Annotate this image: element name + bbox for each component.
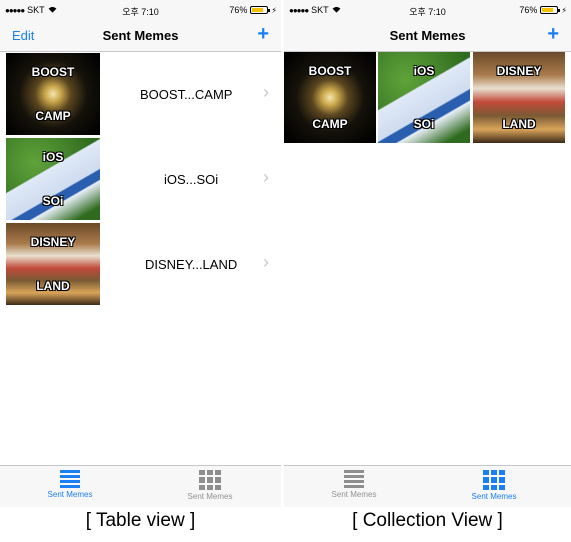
collection-view-screen: ●●●●● SKT 오후 7:10 76% ⚡ Sent Memes + BOO… bbox=[284, 0, 571, 507]
meme-bottom-text: LAND bbox=[36, 279, 70, 293]
meme-top-text: DISNEY bbox=[30, 235, 76, 249]
meme-title: DISNEY...LAND bbox=[145, 257, 238, 272]
meme-bottom-text: CAMP bbox=[312, 117, 348, 131]
page-title: Sent Memes bbox=[102, 28, 179, 43]
chevron-right-icon: › bbox=[263, 252, 269, 272]
meme-bottom-text: SOi bbox=[413, 117, 435, 131]
charging-icon: ⚡ bbox=[271, 5, 277, 15]
tab-label: Sent Memes bbox=[187, 492, 233, 501]
navigation-bar: Sent Memes + bbox=[284, 20, 571, 52]
meme-thumbnail: iOS SOi bbox=[6, 138, 100, 220]
tab-bar: Sent Memes Sent Memes bbox=[0, 465, 281, 507]
navigation-bar: Edit Sent Memes + bbox=[0, 20, 281, 52]
table-view-caption: [ Table view ] bbox=[85, 510, 196, 531]
collection-cell[interactable]: iOS SOi bbox=[378, 52, 470, 143]
battery-icon bbox=[250, 6, 271, 14]
tab-sent-memes-table[interactable]: Sent Memes bbox=[20, 470, 120, 499]
collection-cell[interactable]: BOOST CAMP bbox=[284, 52, 376, 143]
battery-percent: 76% bbox=[229, 5, 248, 15]
tab-bar: Sent Memes Sent Memes bbox=[284, 465, 571, 507]
meme-title: BOOST...CAMP bbox=[140, 87, 233, 102]
chevron-right-icon: › bbox=[263, 82, 269, 102]
tab-label: Sent Memes bbox=[331, 490, 377, 499]
add-meme-button[interactable]: + bbox=[257, 22, 269, 46]
meme-thumbnail: DISNEY LAND bbox=[6, 223, 100, 305]
meme-top-text: DISNEY bbox=[496, 64, 542, 78]
charging-icon: ⚡ bbox=[561, 5, 567, 15]
list-icon bbox=[344, 470, 364, 488]
status-bar: ●●●●● SKT 오후 7:10 76% ⚡ bbox=[284, 0, 571, 20]
meme-bottom-text: CAMP bbox=[35, 109, 71, 123]
meme-thumbnail: BOOST CAMP bbox=[6, 53, 100, 135]
table-row[interactable]: BOOST CAMP BOOST...CAMP › bbox=[0, 52, 281, 137]
tab-label: Sent Memes bbox=[47, 490, 93, 499]
tab-label: Sent Memes bbox=[471, 492, 517, 501]
add-meme-button[interactable]: + bbox=[547, 22, 559, 46]
chevron-right-icon: › bbox=[263, 167, 269, 187]
meme-top-text: BOOST bbox=[308, 64, 352, 78]
grid-icon bbox=[483, 470, 505, 490]
meme-top-text: BOOST bbox=[31, 65, 75, 79]
table-row[interactable]: iOS SOi iOS...SOi › bbox=[0, 137, 281, 222]
meme-bottom-text: LAND bbox=[502, 117, 536, 131]
tab-sent-memes-collection[interactable]: Sent Memes bbox=[160, 470, 260, 501]
page-title: Sent Memes bbox=[389, 28, 466, 43]
collection-view-caption: [ Collection View ] bbox=[352, 510, 503, 531]
battery-icon bbox=[540, 6, 561, 14]
collection-cell[interactable]: DISNEY LAND bbox=[473, 52, 565, 143]
meme-title: iOS...SOi bbox=[164, 172, 219, 187]
meme-top-text: iOS bbox=[413, 64, 435, 78]
meme-top-text: iOS bbox=[42, 150, 64, 164]
table-view-screen: ●●●●● SKT 오후 7:10 76% ⚡ Edit Sent Memes … bbox=[0, 0, 281, 507]
meme-bottom-text: SOi bbox=[42, 194, 64, 208]
tab-sent-memes-table[interactable]: Sent Memes bbox=[304, 470, 404, 499]
grid-icon bbox=[199, 470, 221, 490]
table-row[interactable]: DISNEY LAND DISNEY...LAND › bbox=[0, 222, 281, 307]
battery-percent: 76% bbox=[519, 5, 538, 15]
list-icon bbox=[60, 470, 80, 488]
tab-sent-memes-collection[interactable]: Sent Memes bbox=[444, 470, 544, 501]
status-bar: ●●●●● SKT 오후 7:10 76% ⚡ bbox=[0, 0, 281, 20]
